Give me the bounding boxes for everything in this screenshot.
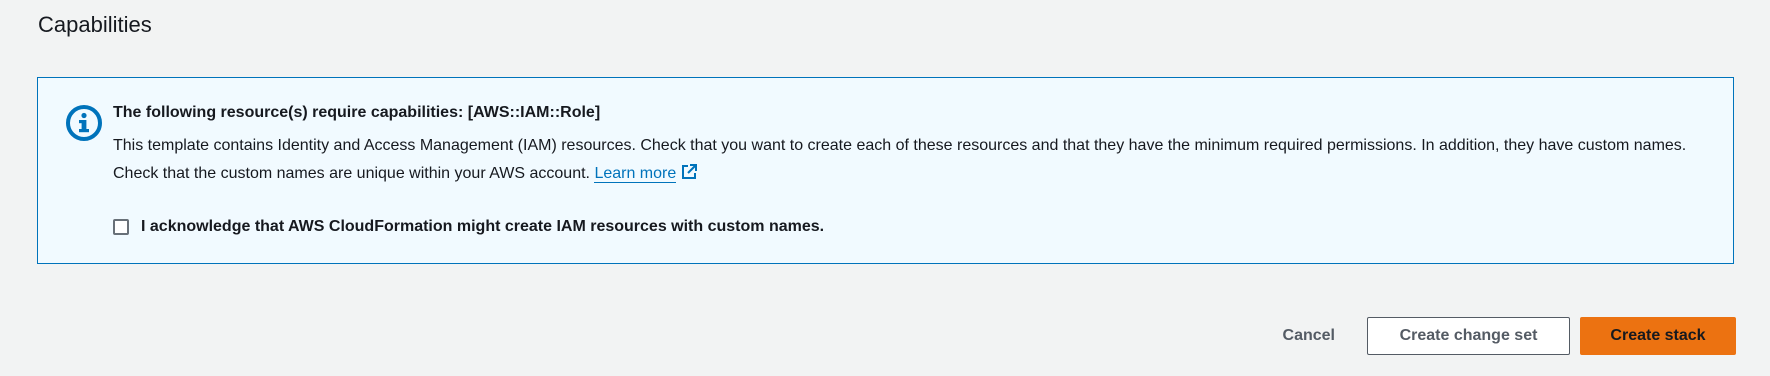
section-title: Capabilities [38, 12, 152, 37]
alert-header: The following resource(s) require capabi… [113, 104, 601, 121]
form-actions: Cancel Create change set Create stack [1261, 317, 1736, 355]
alert-content: The following resource(s) require capabi… [113, 102, 1713, 188]
external-link-icon[interactable] [680, 163, 698, 181]
alert-body: This template contains Identity and Acce… [113, 132, 1713, 188]
acknowledge-checkbox[interactable] [113, 219, 129, 235]
acknowledge-row[interactable]: I acknowledge that AWS CloudFormation mi… [113, 218, 824, 236]
create-stack-button[interactable]: Create stack [1580, 317, 1736, 355]
acknowledge-label[interactable]: I acknowledge that AWS CloudFormation mi… [141, 218, 824, 236]
cancel-button[interactable]: Cancel [1261, 317, 1357, 355]
capabilities-alert: The following resource(s) require capabi… [37, 77, 1734, 264]
capabilities-page: Capabilities The following resource(s) r… [0, 0, 1770, 376]
create-change-set-button[interactable]: Create change set [1367, 317, 1570, 355]
alert-body-text: This template contains Identity and Acce… [113, 137, 1687, 182]
info-icon [64, 103, 104, 143]
learn-more-link[interactable]: Learn more [594, 165, 677, 183]
